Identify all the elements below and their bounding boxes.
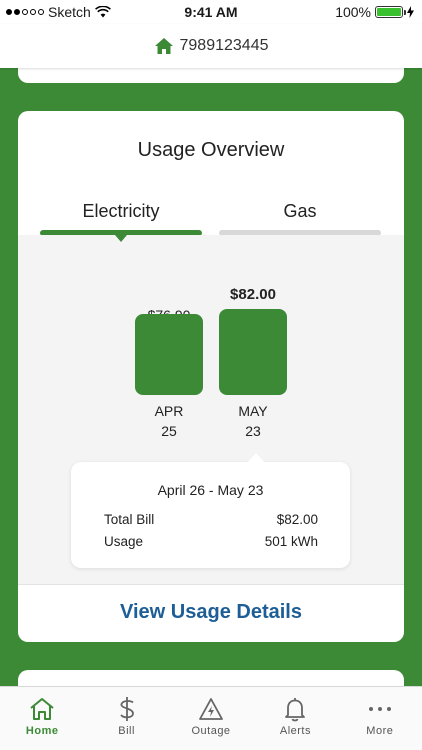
tabbar-bill[interactable]: Bill <box>84 687 168 750</box>
bar-value-label: $82.00 <box>219 286 287 304</box>
bar-day-apr: 25 <box>161 423 177 439</box>
usage-bar-may[interactable] <box>219 309 287 395</box>
tabbar-outage[interactable]: Outage <box>169 687 253 750</box>
bar-month-apr: APR <box>154 403 184 419</box>
home-icon <box>30 698 54 720</box>
charging-icon <box>407 6 414 18</box>
bar-date-may: MAY 23 <box>219 401 287 441</box>
dollar-icon <box>119 697 134 721</box>
bottom-tab-bar: Home Bill Outage Alerts More <box>0 686 422 750</box>
tooltip-date-range: April 26 - May 23 <box>157 482 264 498</box>
view-usage-details-link[interactable]: View Usage Details <box>18 601 404 624</box>
usage-bar-apr[interactable] <box>135 313 203 395</box>
bar-value-may: $82.00 <box>230 286 276 303</box>
tabbar-home[interactable]: Home <box>0 687 84 750</box>
usage-chart: $76.90 APR 25 $82.00 MAY 23 April 26 - M… <box>18 235 404 585</box>
battery-percent: 100% <box>335 4 371 20</box>
tooltip-label: Usage <box>104 534 144 549</box>
battery-icon <box>375 6 406 18</box>
tooltip-value: $82.00 <box>276 512 318 527</box>
tabbar-label: Outage <box>191 725 231 737</box>
tab-caret-icon <box>115 235 127 242</box>
tabbar-more[interactable]: More <box>338 687 422 750</box>
tabbar-label: Home <box>25 725 59 737</box>
bar-month-may: MAY <box>238 403 268 419</box>
tooltip-row-usage: Usage 501 kWh <box>104 534 318 549</box>
tab-electricity[interactable]: Electricity <box>40 201 202 222</box>
battery-status: 100% <box>335 4 414 20</box>
account-header[interactable]: 7989123445 <box>0 24 422 68</box>
tabbar-label: Alerts <box>279 725 311 737</box>
tabbar-label: More <box>366 725 394 737</box>
tabbar-alerts[interactable]: Alerts <box>253 687 337 750</box>
tooltip-row-total: Total Bill $82.00 <box>104 512 318 527</box>
tab-gas[interactable]: Gas <box>219 201 381 222</box>
bar-day-may: 23 <box>245 423 261 439</box>
card-title: Usage Overview <box>137 139 285 161</box>
tooltip-value: 501 kWh <box>264 534 318 549</box>
tooltip-label: Total Bill <box>104 512 155 527</box>
outage-icon <box>199 698 223 720</box>
home-icon <box>154 38 173 54</box>
usage-overview-card: Usage Overview Electricity Gas $76.90 AP… <box>18 111 404 642</box>
more-icon <box>368 707 391 711</box>
account-number: 7989123445 <box>179 37 269 54</box>
tabbar-label: Bill <box>118 725 135 737</box>
status-bar: Sketch 9:41 AM 100% <box>0 0 422 24</box>
tooltip-caret-icon <box>247 453 265 463</box>
bar-date-apr: APR 25 <box>135 401 203 441</box>
bill-tooltip: April 26 - May 23 Total Bill $82.00 Usag… <box>71 453 350 568</box>
bell-icon <box>285 698 306 722</box>
